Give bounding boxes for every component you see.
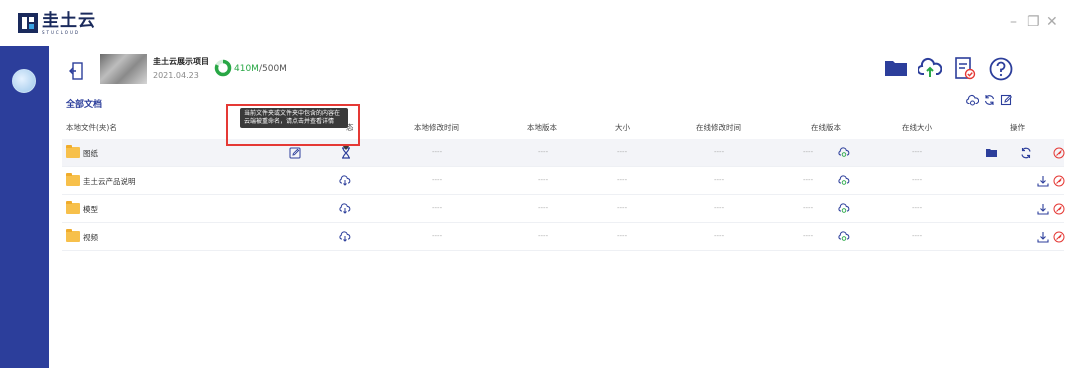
row-name[interactable]: 图纸 [83,148,98,159]
col-online-size: 在线大小 [902,123,932,132]
folder-icon [66,229,80,242]
cloud-status-icon[interactable] [838,203,850,214]
folder-icon[interactable] [884,57,908,77]
cloud-status-icon[interactable] [838,147,850,158]
row-online-version: ---- [803,176,814,184]
help-icon[interactable] [989,57,1013,81]
storage-donut-icon [214,59,232,77]
project-name: 圭土云展示项目 [153,57,209,66]
download-icon[interactable] [1037,203,1049,215]
col-local-modified: 本地修改时间 [414,123,459,132]
row-online-modified: ---- [714,232,725,240]
cloud-sync-icon[interactable] [966,94,979,106]
cloud-download-icon[interactable] [339,175,351,186]
row-name[interactable]: 圭土云产品说明 [83,176,136,187]
row-local-modified: ---- [432,232,443,240]
table-row[interactable]: 视频 ---- ---- ---- ---- ---- ---- [62,223,1065,251]
cloud-download-icon[interactable] [339,231,351,242]
highlight-box [226,104,360,146]
storage-used: 410M [234,64,259,74]
project-date: 2021.04.23 [153,71,199,80]
storage-usage: 410M/500M [234,64,287,74]
list-toolbar [966,94,1013,106]
restore-button[interactable]: ❐ [1027,14,1040,30]
row-online-size: ---- [912,176,923,184]
close-button[interactable]: ✕ [1046,14,1058,30]
row-size: ---- [617,204,628,212]
app-logo: 圭土云 STUCLOUD [18,13,96,36]
cloud-download-icon[interactable] [339,203,351,214]
row-local-modified: ---- [432,204,443,212]
minimize-button[interactable]: – [1010,14,1017,30]
avatar[interactable] [12,69,36,93]
row-online-version: ---- [803,232,814,240]
project-thumbnail[interactable] [100,54,147,84]
sync-icon[interactable] [1020,147,1032,159]
col-size: 大小 [615,123,630,132]
row-size: ---- [617,232,628,240]
document-check-icon[interactable] [954,57,976,81]
folder-icon [66,173,80,186]
edit-icon[interactable] [1000,94,1013,106]
delete-icon[interactable] [1053,203,1065,215]
row-local-version: ---- [538,232,549,240]
row-online-size: ---- [912,148,923,156]
row-name[interactable]: 模型 [83,204,98,215]
row-local-version: ---- [538,176,549,184]
col-online-version: 在线版本 [811,123,841,132]
row-online-modified: ---- [714,148,725,156]
row-local-modified: ---- [432,176,443,184]
col-online-modified: 在线修改时间 [696,123,741,132]
row-online-version: ---- [803,204,814,212]
download-icon[interactable] [1037,231,1049,243]
row-local-modified: ---- [432,148,443,156]
row-name[interactable]: 视频 [83,232,98,243]
table-row[interactable]: 圭土云产品说明 ---- ---- ---- ---- ---- ---- [62,167,1065,195]
refresh-icon[interactable] [983,94,996,106]
section-title: 全部文档 [66,100,103,110]
row-online-modified: ---- [714,176,725,184]
row-local-version: ---- [538,204,549,212]
row-online-size: ---- [912,232,923,240]
folder-icon [66,201,80,214]
row-online-version: ---- [803,148,814,156]
download-icon[interactable] [1037,175,1049,187]
cloud-upload-icon[interactable] [918,57,942,79]
row-local-version: ---- [538,148,549,156]
title-bar: 圭土云 STUCLOUD – ❐ ✕ [0,0,1080,46]
sidebar [0,46,49,368]
row-online-modified: ---- [714,204,725,212]
col-actions: 操作 [1010,123,1025,132]
row-size: ---- [617,176,628,184]
cloud-status-icon[interactable] [838,175,850,186]
delete-icon[interactable] [1053,147,1065,159]
open-folder-icon[interactable] [985,147,998,158]
row-size: ---- [617,148,628,156]
table-row[interactable]: 图纸 ---- ---- ---- ---- ---- ---- [62,139,1065,167]
cloud-status-icon[interactable] [838,231,850,242]
logo-mark-icon [18,13,38,33]
folder-icon [66,145,80,158]
row-online-size: ---- [912,204,923,212]
main-area: 圭土云展示项目 2021.04.23 410M/500M 全部文档 本地文件(夹… [49,46,1080,368]
col-local-version: 本地版本 [527,123,557,132]
table-row[interactable]: 模型 ---- ---- ---- ---- ---- ---- [62,195,1065,223]
rename-edit-icon[interactable] [289,147,301,159]
delete-icon[interactable] [1053,231,1065,243]
col-local-name: 本地文件(夹)名 [66,123,117,132]
delete-icon[interactable] [1053,175,1065,187]
logo-title: 圭土云 [42,11,96,31]
exit-project-icon[interactable] [69,61,85,81]
storage-total: /500M [258,64,287,74]
